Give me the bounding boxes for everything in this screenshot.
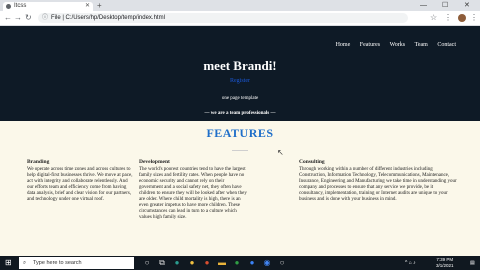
hero-link[interactable]: Register xyxy=(0,78,480,84)
feature-heading: Consulting xyxy=(299,159,325,165)
minimize-button[interactable]: — xyxy=(420,0,427,11)
taskbar: ⊞ ⌕ Type here to search ○ ⧉ ● ● ● ▬ ● ● … xyxy=(0,256,480,270)
feature-text: The world's poorest countries tend to ha… xyxy=(139,167,247,220)
features-title: FEATURES xyxy=(206,126,274,140)
app-icon[interactable]: ● xyxy=(202,258,212,268)
features-section: FEATURES ↖ Branding We operate across ti… xyxy=(0,121,480,256)
app-icon[interactable]: ● xyxy=(187,258,197,268)
top-nav: Home Features Works Team Contact xyxy=(328,42,456,48)
address-url: File | C:/Users/hp/Desktop/temp/index.ht… xyxy=(51,15,165,21)
app-icon[interactable]: ● xyxy=(232,258,242,268)
file-explorer-icon[interactable]: ▬ xyxy=(217,258,227,268)
tray-icons[interactable]: ^ ⌂ ♪ xyxy=(405,256,416,270)
browser-tab-bar: Itcss ✕ + — ☐ ✕ xyxy=(0,0,480,11)
close-window-button[interactable]: ✕ xyxy=(464,0,470,11)
app-icon[interactable]: ● xyxy=(172,258,182,268)
nav-features[interactable]: Features xyxy=(360,42,380,48)
nav-works[interactable]: Works xyxy=(390,42,406,48)
reload-icon[interactable]: ↻ xyxy=(25,12,32,24)
feature-text: We operate across time zones and across … xyxy=(27,167,133,202)
tab-favicon-icon xyxy=(6,4,11,9)
feature-heading: Branding xyxy=(27,159,50,165)
feature-heading: Development xyxy=(139,159,170,165)
maximize-button[interactable]: ☐ xyxy=(442,0,448,11)
search-placeholder: Type here to search xyxy=(33,260,82,266)
nav-contact[interactable]: Contact xyxy=(437,42,456,48)
chrome-icon[interactable]: ◉ xyxy=(262,258,272,268)
clock-date: 3/1/2021 xyxy=(436,263,454,268)
nav-home[interactable]: Home xyxy=(336,42,351,48)
task-view-icon[interactable]: ⧉ xyxy=(157,258,167,268)
app-icon[interactable]: ● xyxy=(247,258,257,268)
windows-start-icon[interactable]: ⊞ xyxy=(5,259,13,267)
features-divider xyxy=(232,150,248,151)
notification-icon[interactable]: ▤ xyxy=(470,256,475,270)
feature-development: Development The world's poorest countrie… xyxy=(139,159,247,221)
taskbar-search[interactable]: ⌕ Type here to search xyxy=(19,257,134,269)
hero-title: meet Brandi! xyxy=(203,58,277,73)
forward-icon[interactable]: → xyxy=(14,12,22,24)
tab-close-icon[interactable]: ✕ xyxy=(85,2,90,11)
nav-team[interactable]: Team xyxy=(415,42,428,48)
web-page: Home Features Works Team Contact meet Br… xyxy=(0,26,480,256)
browser-tab[interactable]: Itcss ✕ xyxy=(3,2,93,11)
cortana-icon[interactable]: ○ xyxy=(142,258,152,268)
taskbar-clock[interactable]: 7:39 PM 3/1/2021 xyxy=(436,257,454,269)
hero-subtitle: one page template xyxy=(221,96,259,101)
hero-tagline: — we are a team professionals — xyxy=(204,111,276,116)
browser-toolbar: ← → ↻ ⓘ File | C:/Users/hp/Desktop/temp/… xyxy=(0,11,480,26)
hero-section: Home Features Works Team Contact meet Br… xyxy=(0,26,480,121)
feature-branding: Branding We operate across time zones an… xyxy=(27,159,135,203)
mouse-cursor-icon: ↖ xyxy=(277,148,284,157)
bookmark-star-icon[interactable]: ☆ xyxy=(430,12,437,24)
extensions-icon[interactable]: ⋮ xyxy=(444,12,452,24)
new-tab-button[interactable]: + xyxy=(97,1,102,10)
menu-icon[interactable]: ⋮ xyxy=(470,12,478,24)
address-bar[interactable]: ⓘ File | C:/Users/hp/Desktop/temp/index.… xyxy=(38,13,408,23)
tab-title: Itcss xyxy=(14,3,27,9)
feature-text: Through working within a number of diffe… xyxy=(299,167,457,202)
search-icon: ⌕ xyxy=(23,260,27,266)
back-icon[interactable]: ← xyxy=(4,12,12,24)
profile-avatar[interactable] xyxy=(458,14,466,22)
app-icon[interactable]: ○ xyxy=(277,258,287,268)
feature-consulting: Consulting Through working within a numb… xyxy=(299,159,459,203)
info-icon[interactable]: ⓘ xyxy=(42,13,48,23)
